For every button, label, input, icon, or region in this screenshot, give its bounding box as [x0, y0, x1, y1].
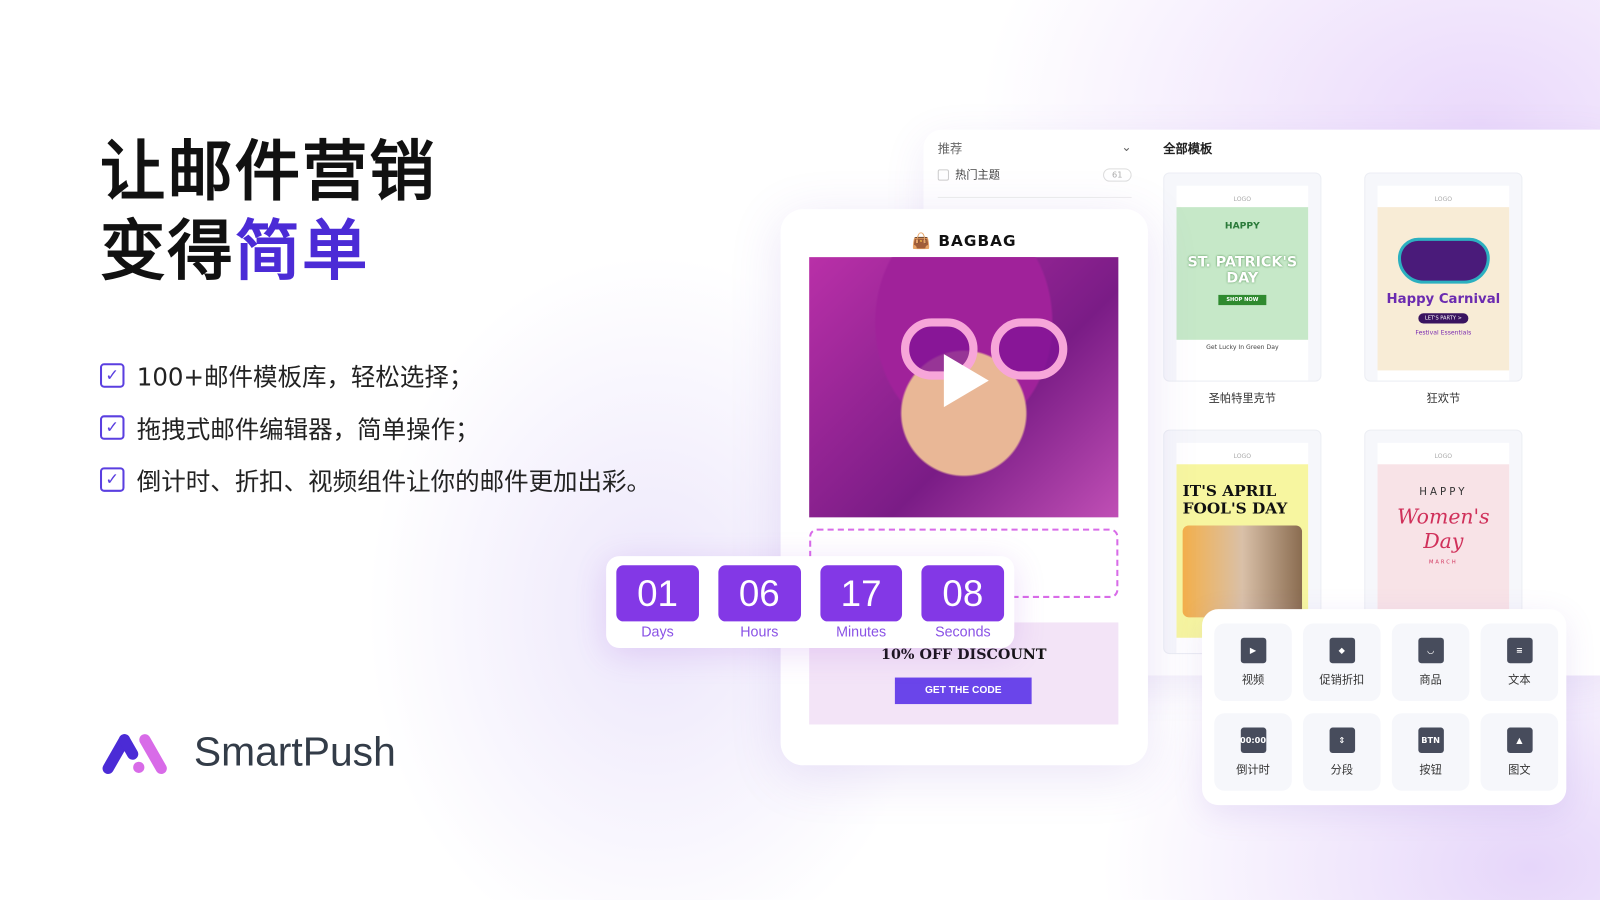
- template-logo: LOGO: [1233, 453, 1252, 461]
- feature-item: ✓ 拖拽式邮件编辑器，简单操作；: [99, 401, 651, 453]
- countdown-minutes: 17 Minutes: [819, 565, 903, 640]
- component-palette: ▶ 视频 ◆ 促销折扣 ◡ 商品 ≡ 文本 00:00 倒计时 ⇕ 分段 BTN 按钮 ▲ 图文: [1202, 609, 1567, 806]
- check-icon: ✓: [99, 414, 125, 440]
- component-video[interactable]: ▶ 视频: [1214, 623, 1292, 702]
- email-brand: 👜 BAGBAG: [781, 232, 1148, 250]
- component-label: 图文: [1508, 762, 1531, 777]
- template-logo: LOGO: [1434, 195, 1453, 204]
- component-label: 文本: [1508, 672, 1531, 687]
- video-block[interactable]: [809, 257, 1119, 518]
- component-button[interactable]: BTN 按钮: [1391, 713, 1470, 791]
- filter-dropdown[interactable]: 推荐 ⌄: [938, 140, 1132, 157]
- countdown-label: Days: [641, 623, 674, 640]
- template-preview: HAPPY ST. PATRICK'S DAY SHOP NOW: [1176, 207, 1309, 340]
- feature-text: 100+邮件模板库，轻松选择；: [136, 363, 474, 392]
- component-divider[interactable]: ⇕ 分段: [1303, 713, 1381, 791]
- template-headline: Women's Day: [1397, 504, 1490, 554]
- brand-text: BAGBAG: [938, 231, 1017, 250]
- countdown-days: 01 Days: [616, 565, 699, 640]
- feature-text: 拖拽式邮件编辑器，简单操作；: [136, 415, 480, 444]
- component-label: 倒计时: [1236, 762, 1270, 777]
- countdown-hours: 06 Hours: [718, 565, 801, 640]
- component-label: 促销折扣: [1319, 672, 1365, 687]
- filter-item-label: 热门主题: [955, 168, 1000, 182]
- countdown-value: 08: [921, 565, 1005, 622]
- template-footer: Festival Essentials: [1415, 329, 1472, 337]
- component-product[interactable]: ◡ 商品: [1391, 623, 1470, 702]
- brand-name: SmartPush: [193, 729, 396, 775]
- template-footer: Get Lucky In Green Day: [1206, 343, 1279, 352]
- template-cta: SHOP NOW: [1218, 294, 1267, 306]
- template-kicker: HAPPY: [1419, 486, 1468, 498]
- tag-icon: ◆: [1329, 637, 1355, 663]
- banner: 让邮件营销 变得简单 ✓ 100+邮件模板库，轻松选择； ✓ 拖拽式邮件编辑器，简单…: [0, 0, 1600, 900]
- template-logo: LOGO: [1233, 195, 1252, 204]
- countdown-value: 01: [616, 565, 699, 622]
- countdown-value: 06: [718, 565, 801, 622]
- logo-mark-icon: [102, 733, 167, 774]
- sunglasses-image: [990, 318, 1068, 380]
- template-cta: LET'S PARTY >: [1418, 313, 1468, 324]
- checkbox[interactable]: [937, 168, 949, 181]
- countdown-value: 17: [819, 565, 903, 622]
- feature-item: ✓ 倒计时、折扣、视频组件让你的邮件更加出彩。: [99, 453, 652, 505]
- template-card[interactable]: LOGO HAPPY ST. PATRICK'S DAY SHOP NOW Ge…: [1163, 172, 1322, 382]
- bag-icon: 👜: [911, 231, 939, 250]
- template-name: 圣帕特里克节: [1208, 391, 1277, 406]
- headline-highlight: 简单: [234, 214, 370, 290]
- discount-text: 10% OFF DISCOUNT: [881, 646, 1047, 664]
- component-countdown[interactable]: 00:00 倒计时: [1214, 713, 1292, 791]
- template-logo: LOGO: [1434, 453, 1453, 461]
- check-icon: ✓: [99, 466, 125, 492]
- smartpush-logo: SmartPush: [102, 730, 396, 776]
- template-image: [1182, 525, 1303, 618]
- countdown-icon: 00:00: [1240, 727, 1266, 753]
- headline: 让邮件营销 变得简单: [100, 133, 437, 292]
- template-headline: IT'S APRIL FOOL'S DAY: [1182, 481, 1288, 518]
- component-label: 视频: [1241, 672, 1265, 687]
- check-icon: ✓: [99, 362, 125, 388]
- countdown-seconds: 08 Seconds: [921, 565, 1005, 640]
- text-icon: ≡: [1506, 637, 1533, 663]
- component-text[interactable]: ≡ 文本: [1480, 623, 1559, 702]
- countdown-label: Minutes: [836, 623, 887, 640]
- image-text-icon: ▲: [1506, 727, 1533, 753]
- all-templates-heading: 全部模板: [1163, 141, 1213, 157]
- component-image-text[interactable]: ▲ 图文: [1480, 713, 1559, 791]
- template-preview: Happy Carnival LET'S PARTY > Festival Es…: [1377, 207, 1510, 371]
- template-card[interactable]: LOGO Happy Carnival LET'S PARTY > Festiv…: [1364, 172, 1523, 382]
- email-editor-preview: 👜 BAGBAG 10% OFF DISCOUNT GET THE CODE: [780, 209, 1148, 766]
- component-label: 商品: [1419, 672, 1442, 687]
- mask-icon: [1397, 237, 1490, 284]
- template-name: 狂欢节: [1426, 391, 1461, 406]
- template-headline: Happy Carnival: [1386, 291, 1501, 308]
- play-icon[interactable]: [943, 354, 989, 408]
- shopping-bag-icon: ◡: [1417, 637, 1444, 663]
- feature-item: ✓ 100+邮件模板库，轻松选择；: [99, 349, 651, 401]
- headline-line1: 让邮件营销: [99, 134, 437, 211]
- feature-list: ✓ 100+邮件模板库，轻松选择； ✓ 拖拽式邮件编辑器，简单操作； ✓ 倒计时、折扣…: [99, 349, 652, 505]
- chevron-down-icon: ⌄: [1121, 139, 1132, 155]
- get-code-button[interactable]: GET THE CODE: [894, 677, 1032, 705]
- feature-text: 倒计时、折扣、视频组件让你的邮件更加出彩。: [136, 467, 652, 496]
- template-kicker: HAPPY: [1224, 221, 1260, 232]
- filter-item-hot[interactable]: 热门主题 61: [937, 166, 1132, 182]
- component-discount[interactable]: ◆ 促销折扣: [1303, 623, 1381, 702]
- countdown-widget: 01 Days 06 Hours 17 Minutes 08 Seconds: [606, 556, 1015, 648]
- filter-count: 61: [1102, 167, 1132, 182]
- video-icon: ▶: [1240, 637, 1266, 663]
- headline-line2: 变得: [99, 214, 235, 290]
- component-label: 分段: [1330, 762, 1354, 777]
- divider-icon: ⇕: [1329, 727, 1355, 753]
- template-headline: ST. PATRICK'S DAY: [1187, 254, 1298, 287]
- button-icon: BTN: [1417, 727, 1444, 753]
- template-sub: MARCH: [1428, 559, 1458, 566]
- divider: [937, 196, 1132, 198]
- filter-label: 推荐: [937, 141, 963, 157]
- countdown-label: Seconds: [935, 623, 991, 640]
- component-label: 按钮: [1419, 762, 1442, 777]
- countdown-label: Hours: [740, 623, 779, 640]
